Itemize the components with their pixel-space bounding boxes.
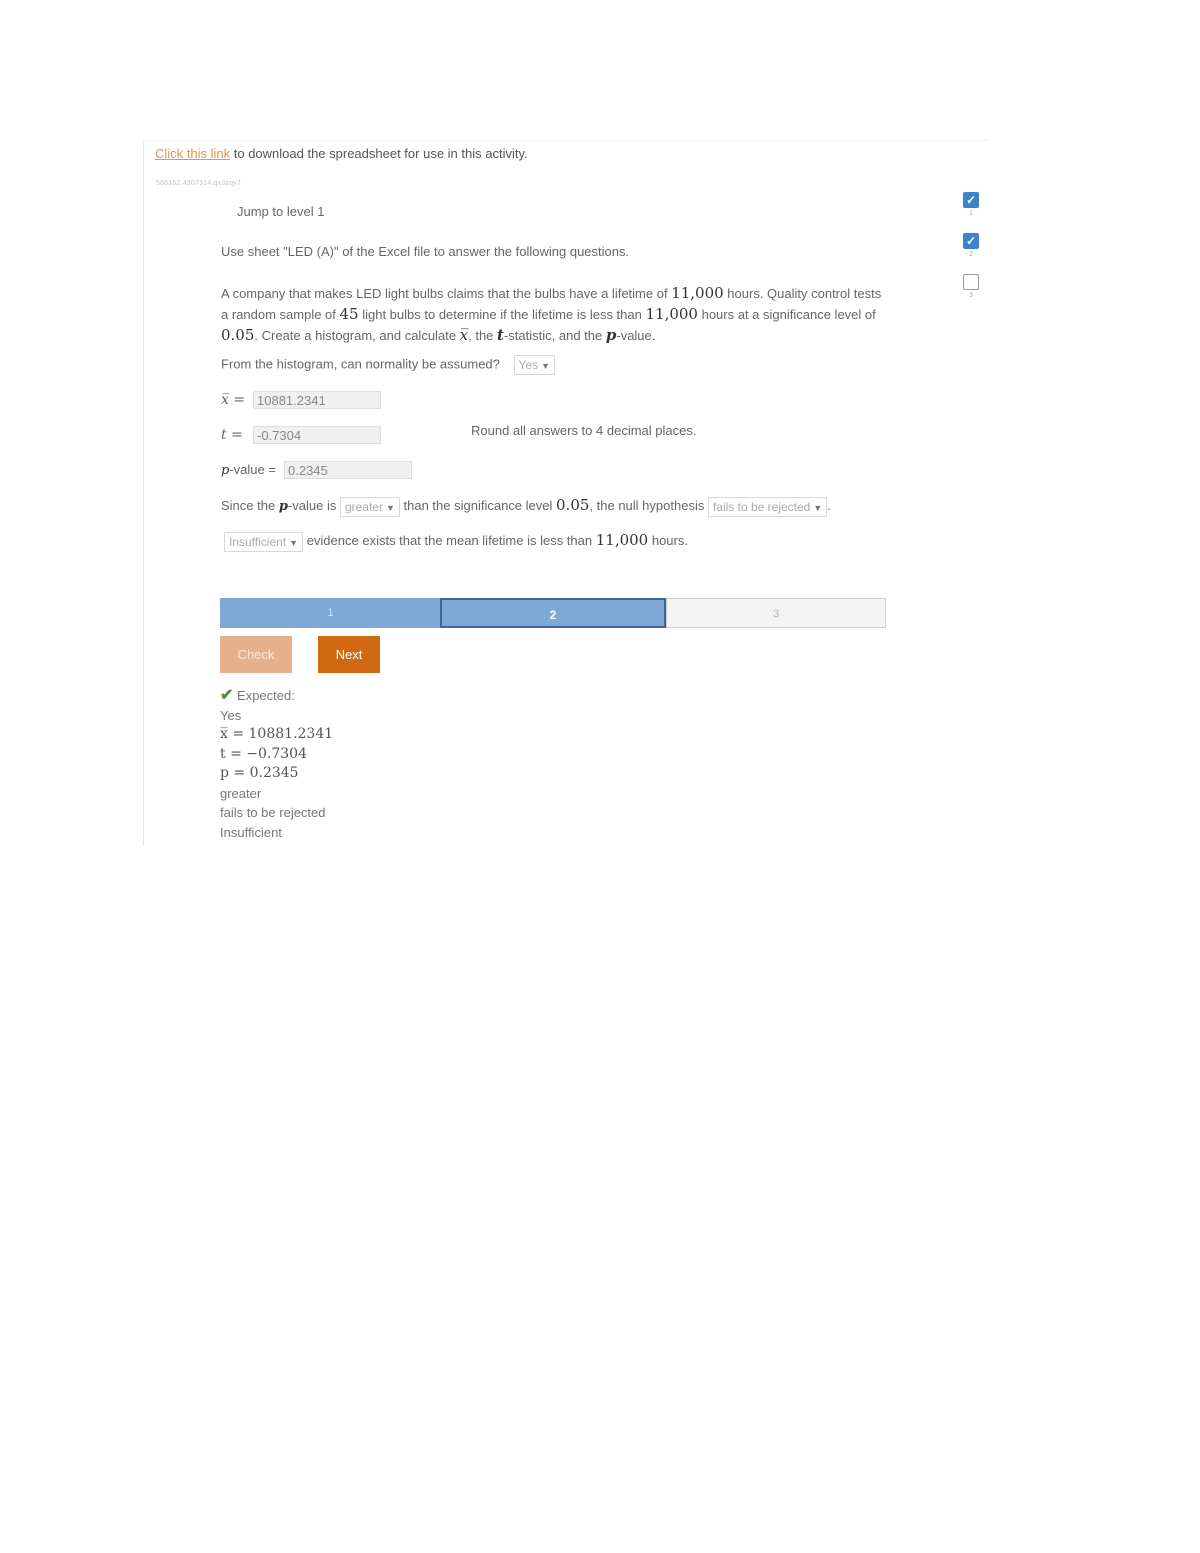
chevron-down-icon: ▼ [385, 502, 395, 513]
progress-level-2[interactable]: 2 [440, 598, 666, 628]
expected-answer: p = 0.2345 [220, 765, 299, 781]
level-3-checkbox[interactable]: 3 [962, 274, 980, 299]
level-2-checkbox[interactable]: ✓ 2 [962, 233, 980, 258]
problem-text: . Create a histogram, and calculate [254, 328, 460, 343]
chevron-down-icon: ▼ [541, 361, 551, 371]
problem-number: 0.05 [221, 326, 255, 344]
checkbox-unchecked-icon [963, 274, 979, 290]
conclusion-text: Since the [221, 498, 279, 513]
conclusion-text: -value is [287, 498, 340, 513]
expected-answer: fails to be rejected [220, 805, 326, 820]
evidence-text: hours. [648, 533, 688, 548]
checkbox-checked-icon: ✓ [963, 192, 979, 208]
problem-text: hours at a significance level of [697, 307, 876, 322]
progress-level-1[interactable]: 1 [220, 598, 441, 628]
jump-to-level-link[interactable]: Jump to level 1 [237, 204, 324, 219]
p-symbol: p [278, 499, 288, 514]
level-1-checkbox[interactable]: ✓ 1 [962, 192, 980, 217]
download-link[interactable]: Click this link [155, 146, 230, 161]
t-label: t = [221, 427, 243, 443]
problem-text: -value. [616, 328, 656, 343]
activity-id: 586152.4307314.qx3zqy7 [156, 180, 241, 187]
expected-answers: ✔ Expected: Yes x̅ = 10881.2341 t = −0.7… [220, 686, 333, 842]
significance-number: 0.05 [556, 496, 590, 514]
next-button[interactable]: Next [318, 636, 380, 673]
expected-answer: t = −0.7304 [220, 745, 307, 762]
hypothesis-selected: fails to be rejected [712, 499, 811, 514]
level-number: 2 [969, 251, 973, 258]
problem-number: 11,000 [671, 284, 724, 302]
expected-answer: x̅ = 10881.2341 [220, 726, 334, 742]
p-label-text: -value = [229, 462, 276, 477]
normality-select[interactable]: Yes ▼ [513, 355, 556, 375]
problem-symbol: x̅ [459, 326, 469, 344]
progress-level-3[interactable]: 3 [666, 598, 886, 628]
normality-selected: Yes [518, 358, 539, 372]
problem-text: A company that makes LED light bulbs cla… [221, 286, 672, 301]
comparison-select[interactable]: greater ▼ [339, 496, 400, 517]
problem-text: light bulbs to determine if the lifetime… [358, 307, 646, 322]
comparison-selected: greater [344, 499, 383, 514]
conclusion-text: than the significance level [399, 498, 557, 513]
normality-question: From the histogram, can normality be ass… [221, 356, 500, 372]
problem-text: , the [468, 328, 498, 343]
conclusion-text: , the null hypothesis [589, 498, 708, 513]
download-line: Click this link to download the spreadsh… [155, 146, 528, 161]
p-label: p-value = [221, 462, 276, 478]
normality-row: From the histogram, can normality be ass… [221, 355, 556, 375]
xbar-label: x̅ = [221, 392, 246, 408]
checkmark-icon: ✔ [220, 687, 234, 704]
evidence-text: evidence exists that the mean lifetime i… [303, 533, 596, 548]
t-input[interactable]: -0.7304 [253, 426, 381, 444]
chevron-down-icon: ▼ [813, 502, 823, 513]
expected-label: Expected: [237, 688, 295, 703]
conclusion-row: Since the p-value is greater ▼ than the s… [221, 496, 831, 517]
problem-text: -statistic, and the [503, 328, 606, 343]
evidence-selected: Insufficient [229, 534, 287, 549]
conclusion-text: . [827, 498, 831, 513]
expected-answer: Insufficient [220, 824, 282, 840]
problem-symbol: t [497, 326, 504, 344]
evidence-select[interactable]: Insufficient ▼ [224, 531, 304, 552]
expected-answer: Yes [220, 707, 242, 723]
level-number: 3 [969, 292, 973, 299]
check-button[interactable]: Check [220, 636, 292, 673]
hypothesis-select[interactable]: fails to be rejected ▼ [707, 496, 828, 517]
problem-number: 45 [339, 305, 359, 323]
problem-number: 11,000 [645, 305, 698, 323]
expected-header: ✔ Expected: [220, 686, 333, 706]
level-progress-bar: 1 2 3 [220, 598, 886, 628]
round-note: Round all answers to 4 decimal places. [471, 423, 697, 438]
xbar-input[interactable]: 10881.2341 [253, 391, 381, 409]
chevron-down-icon: ▼ [289, 537, 299, 548]
instruction-text: Use sheet "LED (A)" of the Excel file to… [221, 244, 630, 259]
problem-symbol: p [605, 326, 617, 344]
problem-statement: A company that makes LED light bulbs cla… [221, 283, 891, 346]
evidence-number: 11,000 [595, 531, 649, 549]
checkbox-checked-icon: ✓ [963, 233, 979, 249]
evidence-row: Insufficient ▼ evidence exists that the m… [224, 531, 688, 552]
level-number: 1 [969, 210, 973, 217]
p-value-input[interactable]: 0.2345 [284, 461, 412, 479]
download-line-text: to download the spreadsheet for use in t… [230, 146, 528, 161]
expected-answer: greater [220, 785, 262, 801]
